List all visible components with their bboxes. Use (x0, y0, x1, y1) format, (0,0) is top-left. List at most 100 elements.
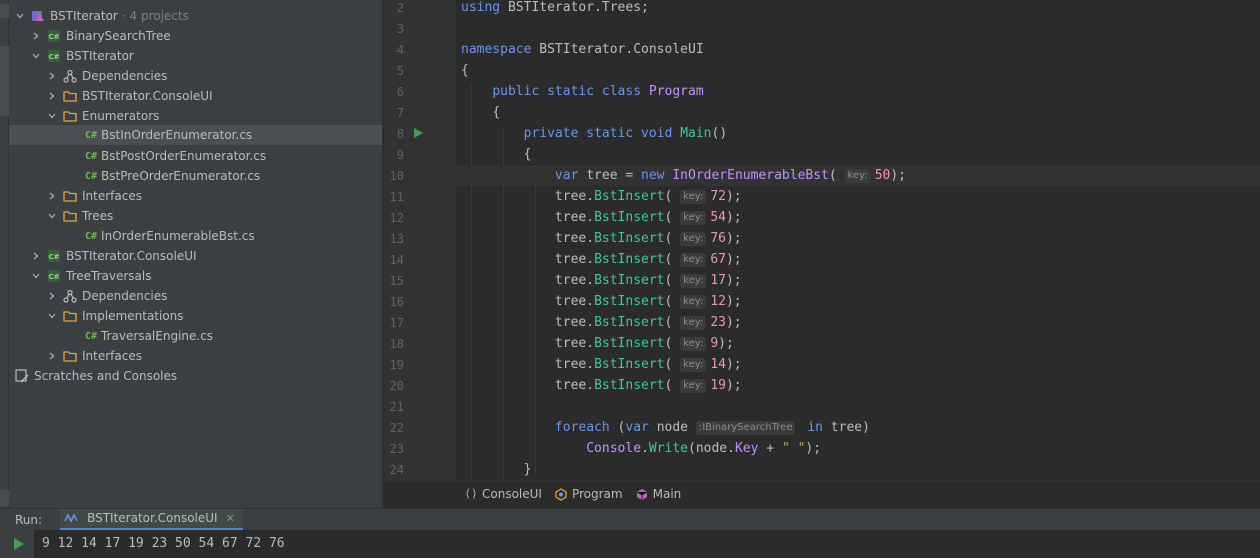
solution-root[interactable]: BSTIterator · 4 projects (9, 6, 382, 26)
tree-item-consoleui-project[interactable]: C# BSTIterator.ConsoleUI (9, 246, 382, 266)
chevron-down-icon[interactable] (31, 271, 41, 281)
code-text: foreach (var node :IBinarySearchTree in … (554, 420, 870, 435)
code-line: 14 tree.BstInsert( key: 67); (384, 249, 1260, 270)
breadcrumb-item-namespace[interactable]: ⟨⟩ ConsoleUI (464, 487, 542, 501)
code-text: var tree = new InOrderEnumerableBst( key… (554, 168, 907, 183)
code-line: 4 namespace BSTIterator.ConsoleUI (384, 39, 1260, 60)
parameter-hint: key: (680, 252, 707, 267)
code-text: { (461, 63, 469, 78)
chevron-right-icon[interactable] (31, 251, 41, 261)
tree-item-traversalengine[interactable]: C# TraversalEngine.cs (9, 326, 382, 346)
code-text: tree.BstInsert( key: 54); (554, 210, 742, 225)
tree-item-bstpreorderenumerator[interactable]: C# BstPreOrderEnumerator.cs (9, 166, 382, 186)
console-toolbar (0, 530, 34, 558)
line-number: 19 (389, 357, 404, 372)
parameter-hint: key: (680, 336, 707, 351)
line-number: 22 (389, 420, 404, 435)
tree-item-bstiterator[interactable]: C# BSTIterator (9, 46, 382, 66)
code-text: tree.BstInsert( key: 19); (554, 378, 742, 393)
close-icon[interactable]: ✕ (226, 512, 235, 525)
chevron-right-icon[interactable] (47, 71, 57, 81)
chevron-right-icon[interactable] (31, 31, 41, 41)
svg-text:C#: C# (48, 53, 59, 61)
breadcrumb-item-class[interactable]: Program (554, 487, 623, 501)
project-tool-button[interactable] (0, 4, 9, 18)
solution-name: BSTIterator (50, 9, 118, 23)
chevron-right-icon[interactable] (47, 191, 57, 201)
code-text: tree.BstInsert( key: 72); (554, 189, 742, 204)
tree-item-label: BinarySearchTree (66, 29, 171, 43)
csharp-project-icon: C# (47, 249, 61, 263)
tree-item-dependencies[interactable]: Dependencies (9, 66, 382, 86)
line-number: 8 (396, 126, 404, 141)
line-number: 3 (396, 21, 404, 36)
parameter-hint: key: (680, 273, 707, 288)
breadcrumb-item-method[interactable]: Main (635, 486, 682, 501)
code-text: tree.BstInsert( key: 12); (554, 294, 742, 309)
code-line: 8 private static void Main() (384, 123, 1260, 144)
tree-item-interfaces[interactable]: Interfaces (9, 186, 382, 206)
breadcrumb-label: Main (652, 486, 682, 501)
run-gutter-icon[interactable] (414, 128, 423, 138)
line-number: 17 (389, 315, 404, 330)
solution-icon (31, 9, 45, 23)
tree-item-label: BstInOrderEnumerator.cs (101, 128, 253, 142)
tree-item-binarysearchtree[interactable]: C# BinarySearchTree (9, 26, 382, 46)
code-text: { (492, 105, 501, 120)
line-number: 24 (389, 462, 404, 477)
chevron-right-icon[interactable] (47, 351, 57, 361)
code-editor[interactable]: 2 using BSTIterator.Trees; 3 4 namespace… (384, 0, 1260, 480)
structure-tool-button[interactable] (0, 46, 9, 116)
tree-item-scratches[interactable]: Scratches and Consoles (9, 366, 382, 386)
chevron-down-icon[interactable] (31, 51, 41, 61)
tree-item-label: InOrderEnumerableBst.cs (101, 229, 255, 243)
code-text: { (523, 147, 532, 162)
csharp-project-icon: C# (47, 29, 61, 43)
parameter-hint: key: (680, 294, 707, 309)
tree-item-treetraversals[interactable]: C# TreeTraversals (9, 266, 382, 286)
rerun-icon[interactable] (14, 538, 24, 550)
line-number: 9 (396, 147, 404, 162)
tree-item-enumerators[interactable]: Enumerators (9, 106, 382, 126)
code-line: 12 tree.BstInsert( key: 54); (384, 207, 1260, 228)
code-line: 22 foreach (var node :IBinarySearchTree … (384, 417, 1260, 438)
code-text: private static void Main() (523, 126, 728, 141)
chevron-down-icon[interactable] (47, 111, 57, 121)
tree-item-bstinorderenumerator[interactable]: C# BstInOrderEnumerator.cs (9, 125, 382, 145)
chevron-down-icon[interactable] (47, 311, 57, 321)
chevron-down-icon[interactable] (15, 11, 25, 21)
line-number: 12 (389, 210, 404, 225)
code-text: public static class Program (492, 84, 704, 99)
tree-item-trees[interactable]: Trees (9, 206, 382, 226)
tree-item-label: BstPostOrderEnumerator.cs (101, 149, 267, 163)
tree-item-label: BSTIterator.ConsoleUI (66, 249, 197, 263)
breadcrumb-label: ConsoleUI (482, 486, 542, 501)
run-tab-bstiterator-consoleui[interactable]: BSTIterator.ConsoleUI ✕ (60, 508, 243, 531)
folder-icon (63, 189, 77, 203)
code-text: Console.Write(node.Key + " "); (586, 441, 822, 456)
namespace-icon: ⟨⟩ (464, 487, 478, 500)
dotnet-run-icon (64, 511, 78, 525)
chevron-right-icon[interactable] (47, 291, 57, 301)
csharp-file-icon: C# (85, 330, 98, 342)
tree-item-label: TraversalEngine.cs (101, 329, 214, 343)
code-line: 5 { (384, 60, 1260, 81)
parameter-hint: key: (680, 357, 707, 372)
run-label: Run: (15, 512, 43, 527)
tree-item-inorderenumerablebst[interactable]: C# InOrderEnumerableBst.cs (9, 226, 382, 246)
favorites-tool-button[interactable] (0, 490, 9, 506)
tree-item-dependencies-2[interactable]: Dependencies (9, 286, 382, 306)
method-icon (635, 487, 649, 501)
code-line: 16 tree.BstInsert( key: 12); (384, 291, 1260, 312)
chevron-right-icon[interactable] (47, 91, 57, 101)
tree-item-interfaces-2[interactable]: Interfaces (9, 346, 382, 366)
tree-item-implementations[interactable]: Implementations (9, 306, 382, 326)
solution-subtitle: · 4 projects (121, 9, 189, 23)
line-number: 16 (389, 294, 404, 309)
tree-item-bstpostorderenumerator[interactable]: C# BstPostOrderEnumerator.cs (9, 146, 382, 166)
chevron-down-icon[interactable] (47, 211, 57, 221)
folder-icon (63, 349, 77, 363)
code-text: tree.BstInsert( key: 9); (554, 336, 734, 351)
line-number: 21 (389, 399, 404, 414)
tree-item-consoleui-folder[interactable]: BSTIterator.ConsoleUI (9, 86, 382, 106)
